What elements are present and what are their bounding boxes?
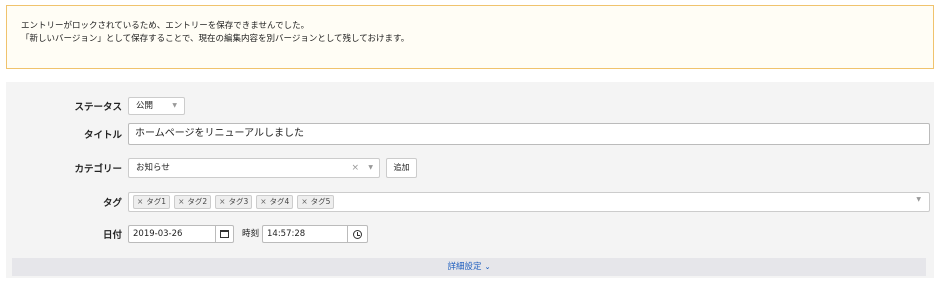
remove-tag-icon[interactable]: ×: [219, 196, 225, 208]
tag-label: タグ5: [310, 197, 331, 206]
chevron-down-icon: ⌄: [484, 263, 491, 271]
alert-message-line2: 「新しいバージョン」として保存することで、現在の編集内容を別バージョンとして残し…: [21, 34, 410, 44]
clock-button[interactable]: [348, 225, 368, 243]
remove-tag-icon[interactable]: ×: [137, 196, 143, 208]
tag-chip: × タグ2: [174, 195, 212, 209]
remove-tag-icon[interactable]: ×: [260, 196, 266, 208]
category-label: カテゴリー: [74, 164, 122, 175]
remove-tag-icon[interactable]: ×: [178, 196, 184, 208]
tag-chip: × タグ4: [256, 195, 294, 209]
calendar-button[interactable]: [216, 225, 234, 243]
tag-label: タグ4: [269, 197, 290, 206]
caret-down-icon[interactable]: ▼: [916, 196, 921, 203]
alert-message-line1: エントリーがロックされているため、エントリーを保存できませんでした。: [21, 21, 310, 31]
entry-form-panel: ステータス 公開 ▼ タイトル ホームページをリニューアルしました カテゴリー …: [6, 82, 934, 278]
details-label: 詳細設定: [447, 262, 482, 272]
status-select[interactable]: 公開 ▼: [128, 97, 185, 115]
tag-label: タグ3: [228, 197, 249, 206]
remove-tag-icon[interactable]: ×: [301, 196, 307, 208]
datetime-control: 2019-03-26 時刻 14:57:28: [128, 225, 388, 243]
title-label: タイトル: [83, 130, 122, 141]
tags-label: タグ: [102, 198, 122, 209]
details-toggle[interactable]: 詳細設定 ⌄: [12, 258, 926, 276]
title-input[interactable]: ホームページをリニューアルしました: [128, 123, 930, 145]
tag-chip: × タグ5: [297, 195, 335, 209]
caret-down-icon: ▼: [172, 102, 177, 109]
tag-chip: × タグ3: [215, 195, 253, 209]
clear-icon[interactable]: ×: [351, 159, 359, 177]
caret-down-icon: ▼: [368, 164, 373, 171]
calendar-icon: [220, 230, 229, 238]
tags-row: タグ × タグ1 × タグ2 × タグ3 × タグ4 × タグ5 ▼: [6, 192, 930, 212]
clock-icon: [353, 230, 362, 239]
category-value: お知らせ: [136, 163, 170, 173]
time-input[interactable]: 14:57:28: [262, 225, 348, 243]
date-label: 日付: [102, 230, 122, 241]
tag-label: タグ2: [187, 197, 208, 206]
tag-chip: × タグ1: [133, 195, 171, 209]
time-label: 時刻: [242, 229, 260, 239]
status-row: ステータス 公開 ▼: [6, 96, 185, 116]
status-value: 公開: [136, 101, 154, 111]
category-select[interactable]: お知らせ × ▼: [128, 158, 380, 178]
lock-warning-alert: エントリーがロックされているため、エントリーを保存できませんでした。 「新しいバ…: [6, 5, 934, 69]
status-label: ステータス: [74, 102, 122, 113]
category-control: お知らせ × ▼ 追加: [128, 158, 428, 178]
tag-label: タグ1: [146, 197, 167, 206]
date-input[interactable]: 2019-03-26: [128, 225, 216, 243]
tags-input[interactable]: × タグ1 × タグ2 × タグ3 × タグ4 × タグ5 ▼: [128, 192, 930, 212]
add-category-button[interactable]: 追加: [386, 158, 417, 178]
